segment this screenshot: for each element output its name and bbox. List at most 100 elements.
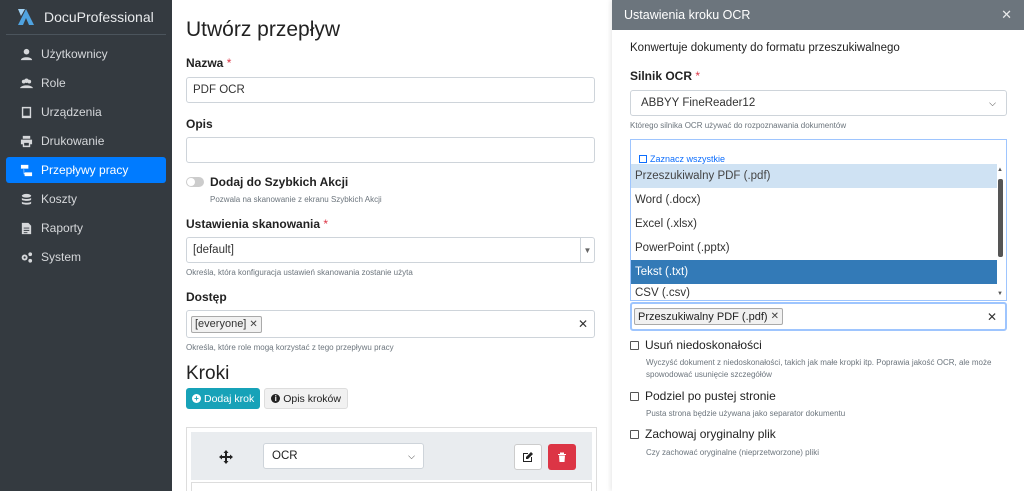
access-help: Określa, które role mogą korzystać z teg… — [186, 343, 394, 352]
sidebar-item-roles[interactable]: Role — [6, 70, 166, 96]
sidebar-item-reports[interactable]: Raporty — [6, 215, 166, 241]
step-type-value: OCR — [272, 450, 298, 462]
format-option-label: PowerPoint (.pptx) — [635, 242, 730, 254]
scan-settings-label: Ustawienia skanowania * — [186, 217, 598, 231]
steps-toolbar: + Dodaj krok i Opis kroków — [186, 388, 598, 409]
description-input[interactable] — [186, 137, 595, 163]
split-blank-checkbox[interactable] — [630, 391, 639, 401]
step-item: OCR ⌵ — [191, 432, 592, 480]
delete-step-button[interactable] — [548, 444, 576, 470]
access-tag: [everyone] ✕ — [191, 315, 262, 333]
close-icon[interactable]: ✕ — [1001, 7, 1012, 23]
engine-label-text: Silnik OCR — [630, 69, 693, 83]
brand-name: DocuProfessional — [44, 9, 154, 25]
scrollbar-thumb[interactable] — [998, 179, 1003, 257]
panel-title: Ustawienia kroku OCR — [624, 8, 751, 22]
format-option-label: CSV (.csv) — [635, 286, 690, 299]
sidebar-item-workflows[interactable]: Przepływy pracy — [6, 157, 166, 183]
scan-settings-select[interactable]: [default] ▼ — [186, 237, 595, 263]
name-label-text: Nazwa — [186, 56, 224, 70]
format-option-txt[interactable]: Tekst (.txt) — [631, 260, 997, 284]
add-step-label: Dodaj krok — [204, 392, 255, 405]
quick-action-toggle[interactable] — [186, 177, 204, 187]
access-tag-label: [everyone] — [195, 318, 247, 330]
report-icon — [19, 221, 33, 235]
sidebar-item-users[interactable]: Użytkownicy — [6, 41, 166, 67]
required-mark: * — [695, 69, 701, 83]
format-option-pdf[interactable]: Przeszukiwalny PDF (.pdf) — [631, 164, 997, 188]
split-blank-row: Podziel po pustej stronie — [630, 389, 776, 403]
page-title: Utwórz przepływ — [186, 18, 341, 41]
step-item-next — [191, 482, 592, 491]
format-option-label: Przeszukiwalny PDF (.pdf) — [635, 170, 771, 182]
format-option-label: Excel (.xlsx) — [635, 218, 697, 230]
required-mark: * — [226, 56, 232, 70]
steps-list: OCR ⌵ — [186, 427, 597, 491]
sidebar-item-label: System — [41, 250, 82, 264]
format-option-csv[interactable]: CSV (.csv) — [631, 284, 997, 301]
tag-remove-icon[interactable]: ✕ — [249, 319, 257, 330]
clear-selection-icon[interactable]: ✕ — [578, 317, 588, 331]
remove-imperfections-label: Usuń niedoskonałości — [645, 338, 762, 352]
scroll-down-icon[interactable]: ▼ — [997, 291, 1003, 297]
keep-original-row: Zachowaj oryginalny plik — [630, 427, 776, 441]
workflow-icon — [19, 163, 33, 177]
steps-info-button[interactable]: i Opis kroków — [264, 388, 348, 409]
info-circle-icon: i — [271, 394, 281, 403]
keep-original-checkbox[interactable] — [630, 429, 639, 439]
format-option-label: Tekst (.txt) — [635, 266, 689, 278]
sidebar-item-label: Role — [41, 76, 66, 90]
brand[interactable]: DocuProfessional — [0, 0, 172, 34]
printer-icon — [19, 134, 33, 148]
trash-icon — [558, 452, 566, 462]
dropdown-scrollbar[interactable]: ▲ ▼ — [997, 167, 1004, 300]
format-option-xlsx[interactable]: Excel (.xlsx) — [631, 212, 997, 236]
coins-icon — [19, 192, 33, 206]
sidebar-item-label: Urządzenia — [41, 105, 102, 119]
sidebar-item-label: Raporty — [41, 221, 84, 235]
move-drag-icon[interactable] — [219, 450, 233, 464]
steps-info-label: Opis kroków — [283, 392, 341, 405]
select-all-checkbox-icon — [639, 155, 647, 163]
select-all-label: Zaznacz wszystkie — [650, 154, 726, 164]
sidebar-item-printing[interactable]: Drukowanie — [6, 128, 166, 154]
sidebar-item-system[interactable]: System — [6, 244, 166, 270]
engine-value: ABBYY FineReader12 — [641, 97, 756, 109]
plus-circle-icon: + — [192, 394, 201, 403]
ocr-step-settings-panel: Ustawienia kroku OCR ✕ Konwertuje dokume… — [612, 0, 1024, 491]
add-step-button[interactable]: + Dodaj krok — [186, 388, 261, 409]
panel-description: Konwertuje dokumenty do formatu przeszuk… — [630, 42, 900, 54]
engine-select[interactable]: ABBYY FineReader12 ⌵ — [630, 90, 1007, 116]
sidebar-item-costs[interactable]: Koszty — [6, 186, 166, 212]
tablet-icon — [19, 105, 33, 119]
access-multiselect[interactable]: [everyone] ✕ ✕ — [186, 310, 595, 338]
cogs-icon — [19, 250, 33, 264]
keep-original-help: Czy zachować oryginalne (nieprzetworzone… — [646, 448, 819, 457]
chevron-down-icon: ⌵ — [408, 450, 415, 461]
edit-step-button[interactable] — [514, 444, 542, 470]
format-multiselect[interactable]: Przeszukiwalny PDF (.pdf) ✕ ✕ — [630, 302, 1007, 331]
sidebar-item-label: Drukowanie — [41, 134, 105, 148]
sidebar-item-label: Przepływy pracy — [41, 163, 129, 177]
engine-help: Którego silnika OCR używać do rozpoznawa… — [630, 121, 847, 130]
tag-remove-icon[interactable]: ✕ — [771, 311, 779, 322]
user-icon — [19, 47, 33, 61]
quick-action-label: Dodaj do Szybkich Akcji — [210, 175, 349, 189]
sidebar-item-devices[interactable]: Urządzenia — [6, 99, 166, 125]
scan-settings-value: [default] — [193, 244, 234, 256]
remove-imperfections-checkbox[interactable] — [630, 340, 639, 350]
name-input[interactable]: PDF OCR — [186, 77, 595, 103]
keep-original-label: Zachowaj oryginalny plik — [645, 427, 776, 441]
chevron-down-icon: ⌵ — [989, 97, 996, 108]
quick-action-row: Dodaj do Szybkich Akcji — [186, 175, 598, 189]
name-label: Nazwa * — [186, 56, 598, 70]
step-type-select[interactable]: OCR ⌵ — [263, 443, 424, 469]
docuprofessional-logo-icon — [18, 9, 34, 25]
sidebar: DocuProfessional Użytkownicy Role Urządz… — [0, 0, 172, 491]
engine-label: Silnik OCR * — [630, 69, 1006, 83]
format-option-pptx[interactable]: PowerPoint (.pptx) — [631, 236, 997, 260]
select-all-option[interactable]: Zaznacz wszystkie — [631, 140, 1006, 167]
format-option-docx[interactable]: Word (.docx) — [631, 188, 997, 212]
clear-selection-icon[interactable]: ✕ — [987, 310, 997, 324]
scroll-up-icon[interactable]: ▲ — [997, 167, 1003, 173]
